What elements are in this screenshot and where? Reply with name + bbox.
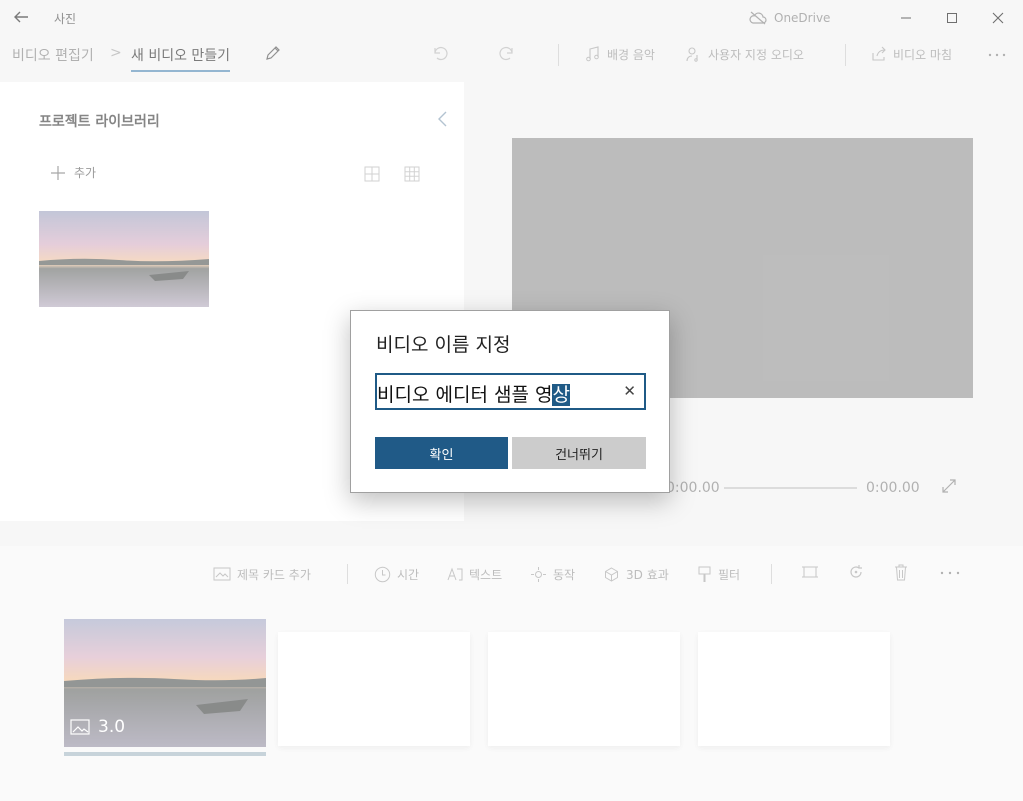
video-name-input[interactable]: 비디오 에디터 샘플 영상 ✕ bbox=[375, 373, 646, 410]
skip-button[interactable]: 건너뛰기 bbox=[512, 437, 646, 469]
video-name-text: 비디오 에디터 샘플 영상 bbox=[377, 380, 570, 407]
dialog-title: 비디오 이름 지정 bbox=[376, 334, 511, 356]
name-video-dialog: 비디오 이름 지정 비디오 에디터 샘플 영상 ✕ 확인 건너뛰기 bbox=[350, 310, 670, 493]
video-name-selection: 상 bbox=[552, 384, 570, 406]
video-name-unselected: 비디오 에디터 샘플 영 bbox=[377, 384, 553, 406]
confirm-button[interactable]: 확인 bbox=[375, 437, 508, 469]
clear-text-icon[interactable]: ✕ bbox=[623, 382, 636, 400]
